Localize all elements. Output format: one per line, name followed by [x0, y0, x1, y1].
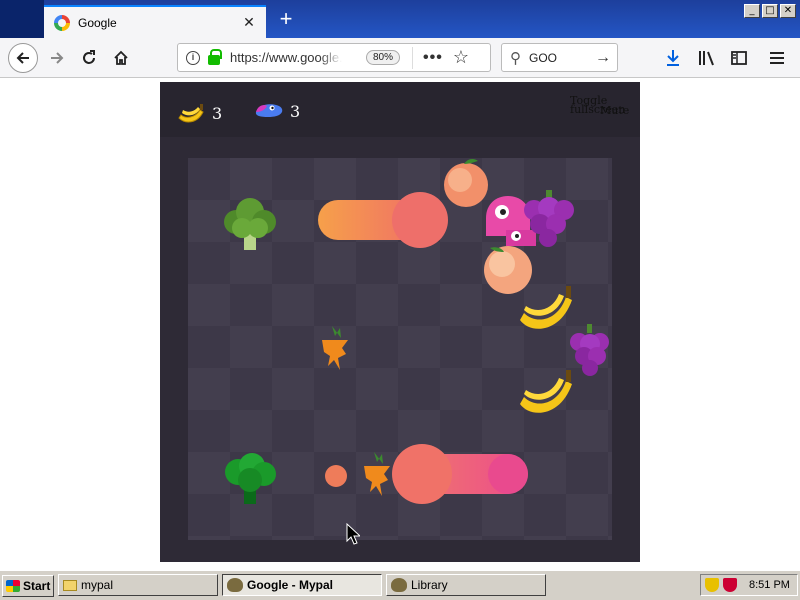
- task-label: Library: [411, 578, 448, 592]
- info-icon[interactable]: i: [186, 50, 200, 65]
- reload-button[interactable]: [74, 43, 104, 73]
- snake-orange: [318, 192, 448, 248]
- page-actions-icon[interactable]: •••: [423, 49, 443, 67]
- reload-icon: [83, 50, 95, 64]
- search-icon: ⚲: [510, 49, 521, 67]
- desktop: Google ✕ + _ □ ✕ i https://www.google.co…: [0, 0, 800, 600]
- fruit-score: 3: [176, 100, 222, 126]
- system-tray: 8:51 PM: [700, 574, 798, 596]
- close-window-button[interactable]: ✕: [780, 4, 796, 18]
- back-arrow-icon: [16, 52, 29, 64]
- page-content: 3 3 Toggle fullscreen Mute: [0, 79, 800, 570]
- start-button[interactable]: Start: [2, 574, 54, 597]
- search-bar[interactable]: ⚲ GOO →: [501, 43, 618, 72]
- task-label: Google - Mypal: [247, 578, 334, 592]
- urlbar-divider: [412, 46, 414, 69]
- security-shield-icon[interactable]: [705, 578, 719, 592]
- task-label: mypal: [81, 578, 114, 592]
- url-text[interactable]: https://www.google.com: [230, 50, 342, 65]
- tab-google[interactable]: Google ✕: [44, 5, 266, 38]
- forward-arrow-icon: [51, 52, 64, 64]
- home-button[interactable]: [106, 43, 136, 73]
- carrot-icon: [322, 326, 348, 370]
- task-library[interactable]: Library: [386, 574, 546, 596]
- antivirus-icon[interactable]: [723, 578, 737, 592]
- snake-tail-dot: [325, 465, 347, 487]
- snake-length: 3: [290, 101, 301, 121]
- mouse-cursor-icon: [346, 523, 360, 545]
- menu-button[interactable]: [762, 43, 792, 73]
- lock-icon[interactable]: [208, 48, 222, 65]
- close-tab-icon[interactable]: ✕: [240, 14, 258, 31]
- fruit-count: 3: [212, 103, 223, 123]
- task-google-mypal[interactable]: Google - Mypal: [222, 574, 382, 596]
- maximize-button[interactable]: □: [762, 4, 778, 18]
- back-button[interactable]: [8, 43, 38, 73]
- snake-game[interactable]: 3 3 Toggle fullscreen Mute: [160, 82, 640, 562]
- tab-strip-left: [0, 0, 44, 38]
- start-label: Start: [23, 578, 51, 593]
- tab-strip: Google ✕ + _ □ ✕: [0, 0, 800, 38]
- forward-button[interactable]: [42, 43, 72, 73]
- clock[interactable]: 8:51 PM: [749, 579, 790, 591]
- new-tab-button[interactable]: +: [273, 6, 299, 32]
- game-board[interactable]: [188, 158, 612, 540]
- folder-icon: [63, 579, 77, 591]
- broccoli-icon: [225, 453, 276, 504]
- taskbar: Start mypal Google - Mypal Library 8:51 …: [0, 570, 800, 600]
- task-mypal-folder[interactable]: mypal: [58, 574, 218, 596]
- sidebar-icon: [731, 51, 747, 65]
- google-favicon-icon: [54, 14, 70, 31]
- banana-icon: [520, 370, 572, 413]
- home-icon: [114, 50, 128, 65]
- address-bar[interactable]: i https://www.google.com 80% ••• ☆: [177, 43, 491, 72]
- hamburger-icon: [770, 52, 784, 64]
- search-go-icon[interactable]: →: [595, 49, 611, 67]
- library-icon: [699, 51, 714, 66]
- library-button[interactable]: [692, 43, 722, 73]
- bookmark-star-icon[interactable]: ☆: [453, 47, 469, 68]
- sidebar-button[interactable]: [724, 43, 754, 73]
- download-icon: [667, 50, 679, 66]
- search-input[interactable]: GOO: [529, 51, 595, 65]
- banana-icon: [178, 104, 204, 123]
- zoom-indicator[interactable]: 80%: [366, 50, 401, 65]
- length-score: 3: [254, 100, 300, 122]
- snake-pink: [392, 444, 528, 504]
- minimize-button[interactable]: _: [744, 4, 760, 18]
- mypal-browser-icon: [391, 578, 407, 592]
- nav-toolbar: i https://www.google.com 80% ••• ☆ ⚲ GOO…: [0, 38, 800, 78]
- window-controls: _ □ ✕: [744, 4, 796, 18]
- game-header: 3 3 Toggle fullscreen Mute: [160, 82, 640, 137]
- snake-head-icon: [255, 104, 283, 117]
- mute-button[interactable]: Mute: [600, 104, 629, 117]
- mypal-browser-icon: [227, 578, 243, 592]
- windows-flag-icon: [6, 579, 20, 592]
- broccoli-icon: [224, 198, 276, 250]
- tab-title: Google: [78, 15, 117, 30]
- downloads-button[interactable]: [658, 43, 688, 73]
